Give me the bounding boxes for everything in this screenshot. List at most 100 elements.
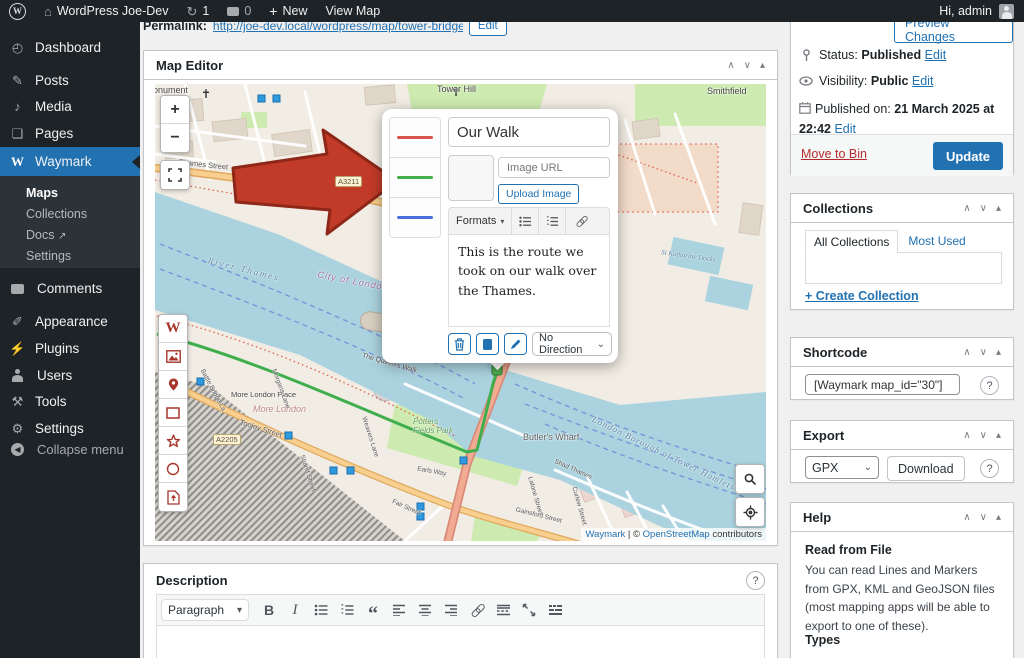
zoom-in-button[interactable]: + [161,96,189,124]
sidebar-item-posts[interactable]: ✎ Posts [0,67,140,94]
download-button[interactable]: Download [887,456,965,481]
waymark-logo-button[interactable]: W [159,315,187,343]
order-up-icon[interactable]: ∧ [963,347,970,358]
sidebar-item-users[interactable]: Users [0,362,140,389]
tab-most-used[interactable]: Most Used [898,230,975,254]
align-center-button[interactable] [413,599,437,621]
bullet-list-button[interactable] [512,208,538,234]
status-edit-link[interactable]: Edit [925,48,947,62]
bold-button[interactable]: B [257,599,281,621]
read-more-button[interactable] [491,599,515,621]
export-format-select[interactable]: GPX ⌄ [805,456,879,479]
image-url-input[interactable] [498,157,610,178]
move-to-bin-link[interactable]: Move to Bin [801,147,867,161]
sidebar-item-pages[interactable]: ❏ Pages [0,120,140,147]
zoom-out-button[interactable]: − [161,124,189,152]
sidebar-item-maps[interactable]: Maps [26,186,58,200]
collapse-menu-button[interactable]: ◀ Collapse menu [0,436,140,463]
order-up-icon[interactable]: ∧ [963,203,970,214]
route-title-input[interactable] [448,117,610,147]
order-down-icon[interactable]: ∨ [980,430,987,441]
panel-toggle-icon[interactable]: ▴ [760,60,765,71]
align-left-icon [392,604,406,616]
wordpress-logo-menu[interactable]: W [0,0,35,22]
order-up-icon[interactable]: ∧ [727,60,734,71]
edit-route-button[interactable] [504,333,527,355]
view-map-menu[interactable]: View Map [316,0,389,22]
locate-button[interactable] [736,498,764,526]
order-down-icon[interactable]: ∨ [980,203,987,214]
updates-menu[interactable]: ↻ 1 [177,0,218,22]
route-style-swatch-red[interactable] [389,117,441,158]
description-help-button[interactable]: ? [746,571,765,590]
fullscreen-editor-button[interactable] [517,599,541,621]
bullet-list-button-main[interactable] [309,599,333,621]
attribution-waymark-link[interactable]: Waymark [585,529,625,540]
sidebar-item-dashboard[interactable]: ◴ Dashboard [0,34,140,61]
delete-route-button[interactable] [448,333,471,355]
blockquote-button[interactable]: “ [361,595,385,625]
create-collection-link[interactable]: + Create Collection [805,289,919,303]
route-style-swatch-blue[interactable] [389,197,441,238]
draw-circle-button[interactable] [159,455,187,483]
my-account-menu[interactable]: Hi, admin [939,4,1024,19]
fullscreen-button[interactable] [161,161,189,189]
upload-image-button[interactable]: Upload Image [498,184,579,204]
toolbar-toggle-button[interactable] [543,599,567,621]
draw-polygon-button[interactable] [159,427,187,455]
tab-all-collections[interactable]: All Collections [805,230,898,254]
sidebar-item-docs[interactable]: Docs ↗ [26,228,66,242]
order-up-icon[interactable]: ∧ [963,512,970,523]
panel-toggle-icon[interactable]: ▴ [996,347,1001,358]
sidebar-item-waymark-settings[interactable]: Settings [26,249,71,263]
collections-list[interactable] [805,252,1002,284]
update-button[interactable]: Update [933,142,1003,170]
insert-link-button[interactable] [565,208,596,234]
order-down-icon[interactable]: ∨ [980,512,987,523]
route-description-editor[interactable]: This is the route we took on our walk ov… [448,235,610,327]
comments-menu[interactable]: 0 [218,0,260,22]
italic-button[interactable]: I [283,599,307,621]
updates-icon: ↻ [186,5,197,18]
panel-toggle-icon[interactable]: ▴ [996,203,1001,214]
numbered-list-button[interactable] [538,208,565,234]
link-button-main[interactable] [465,599,489,621]
route-style-swatch-green[interactable] [389,157,441,198]
panel-toggle-icon[interactable]: ▴ [996,430,1001,441]
panel-toggle-icon[interactable]: ▴ [996,512,1001,523]
visibility-edit-link[interactable]: Edit [912,74,934,88]
site-name-menu[interactable]: ⌂ WordPress Joe-Dev [35,0,177,22]
sidebar-item-waymark[interactable]: W Waymark [0,147,140,176]
add-image-button[interactable] [159,343,187,371]
upload-file-button[interactable] [159,483,187,511]
duplicate-route-button[interactable] [476,333,499,355]
order-down-icon[interactable]: ∨ [980,347,987,358]
align-right-button[interactable] [439,599,463,621]
sidebar-item-appearance[interactable]: ✐ Appearance [0,308,140,335]
direction-select[interactable]: No Direction ⌄ [532,332,612,356]
search-button[interactable] [736,465,764,493]
draw-rectangle-button[interactable] [159,399,187,427]
locate-icon [743,505,758,520]
paragraph-select[interactable]: Paragraph ▾ [161,599,249,621]
zoom-control: + − [160,95,190,153]
shortcode-input[interactable] [805,374,960,395]
description-textarea[interactable] [156,626,765,658]
sidebar-item-plugins[interactable]: ⚡ Plugins [0,335,140,362]
sidebar-item-tools[interactable]: ⚒ Tools [0,388,140,415]
order-up-icon[interactable]: ∧ [963,430,970,441]
route-image-thumbnail[interactable] [448,155,494,201]
sidebar-item-collections[interactable]: Collections [26,207,87,221]
help-types-heading: Types [805,633,840,647]
shortcode-help-button[interactable]: ? [980,376,999,395]
export-help-button[interactable]: ? [980,459,999,478]
sidebar-item-comments[interactable]: Comments [0,275,140,302]
add-marker-button[interactable] [159,371,187,399]
order-down-icon[interactable]: ∨ [744,60,751,71]
attribution-osm-link[interactable]: OpenStreetMap [643,529,710,540]
new-content-menu[interactable]: + New [260,0,316,22]
numbered-list-button-main[interactable] [335,599,359,621]
align-left-button[interactable] [387,599,411,621]
formats-dropdown[interactable]: Formats ▾ [449,208,512,234]
sidebar-item-media[interactable]: ♪ Media [0,93,140,120]
